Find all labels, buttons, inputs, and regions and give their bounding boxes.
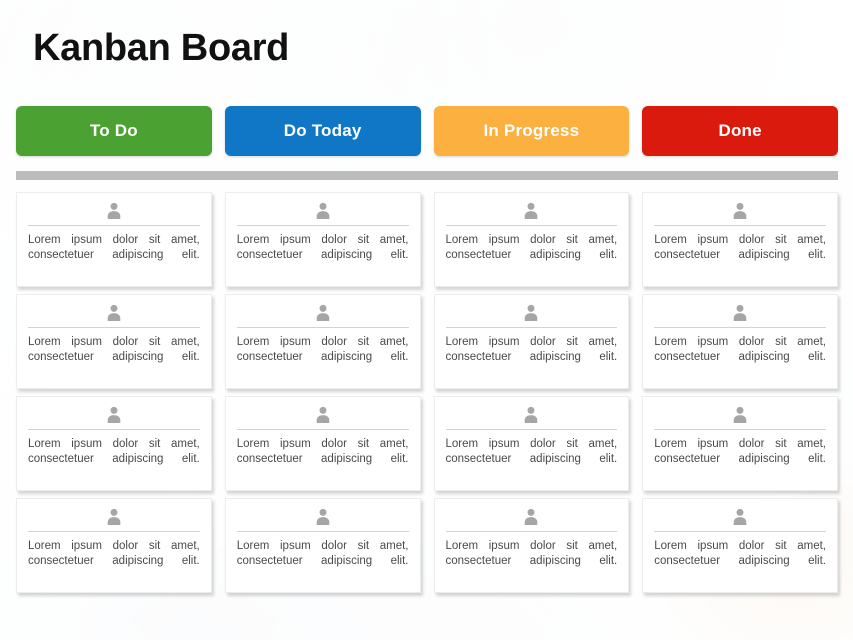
task-card-text: Lorem ipsum dolor sit amet, consectetuer… [654, 234, 826, 261]
task-card[interactable]: Lorem ipsum dolor sit amet, consectetuer… [224, 396, 421, 491]
card-row: Lorem ipsum dolor sit amet, consectetuer… [16, 294, 838, 389]
task-card[interactable]: Lorem ipsum dolor sit amet, consectetuer… [16, 294, 212, 389]
person-icon [107, 508, 121, 525]
task-card[interactable]: Lorem ipsum dolor sit amet, consectetuer… [224, 294, 421, 389]
task-card-text: Lorem ipsum dolor sit amet, consectetuer… [654, 336, 826, 363]
person-icon [525, 406, 538, 423]
person-icon [525, 304, 538, 321]
person-icon [107, 304, 121, 321]
task-card[interactable]: Lorem ipsum dolor sit amet, consectetuer… [433, 294, 630, 389]
task-card-text: Lorem ipsum dolor sit amet, consectetuer… [28, 540, 200, 567]
page-title: Kanban Board [33, 27, 290, 69]
person-icon [107, 406, 121, 423]
person-icon [525, 202, 538, 219]
header-separator-bar [16, 171, 838, 180]
person-icon [316, 304, 329, 321]
column-header-label: In Progress [483, 121, 580, 140]
task-card-text: Lorem ipsum dolor sit amet, consectetuer… [236, 336, 409, 363]
task-card[interactable]: Lorem ipsum dolor sit amet, consectetuer… [433, 192, 630, 287]
person-icon [733, 202, 747, 219]
task-card[interactable]: Lorem ipsum dolor sit amet, consectetuer… [642, 396, 838, 491]
task-card[interactable]: Lorem ipsum dolor sit amet, consectetuer… [224, 498, 421, 593]
task-card-text: Lorem ipsum dolor sit amet, consectetuer… [445, 540, 618, 567]
task-card-text: Lorem ipsum dolor sit amet, consectetuer… [28, 438, 200, 465]
card-row: Lorem ipsum dolor sit amet, consectetuer… [16, 192, 838, 287]
task-card[interactable]: Lorem ipsum dolor sit amet, consectetuer… [16, 396, 212, 491]
column-header-label: Do Today [283, 121, 362, 140]
task-card[interactable]: Lorem ipsum dolor sit amet, consectetuer… [642, 192, 838, 287]
column-header-do-today[interactable]: Do Today [224, 106, 421, 156]
task-card-text: Lorem ipsum dolor sit amet, consectetuer… [654, 438, 826, 465]
kanban-board-slide: Kanban Board To Do Do Today In Progress Don… [0, 0, 853, 640]
person-icon [525, 508, 538, 525]
task-card[interactable]: Lorem ipsum dolor sit amet, consectetuer… [433, 498, 630, 593]
task-card[interactable]: Lorem ipsum dolor sit amet, consectetuer… [642, 498, 838, 593]
task-card[interactable]: Lorem ipsum dolor sit amet, consectetuer… [16, 192, 212, 287]
column-header-done[interactable]: Done [642, 106, 838, 156]
task-card[interactable]: Lorem ipsum dolor sit amet, consectetuer… [433, 396, 630, 491]
person-icon [316, 406, 329, 423]
column-header-row: To Do Do Today In Progress Done [16, 106, 838, 156]
task-card-text: Lorem ipsum dolor sit amet, consectetuer… [654, 540, 826, 567]
task-card-text: Lorem ipsum dolor sit amet, consectetuer… [236, 540, 409, 567]
task-card-text: Lorem ipsum dolor sit amet, consectetuer… [236, 438, 409, 465]
task-card-text: Lorem ipsum dolor sit amet, consectetuer… [445, 336, 618, 363]
task-card-text: Lorem ipsum dolor sit amet, consectetuer… [445, 438, 618, 465]
person-icon [316, 508, 329, 525]
card-row: Lorem ipsum dolor sit amet, consectetuer… [16, 396, 838, 491]
task-card-text: Lorem ipsum dolor sit amet, consectetuer… [28, 336, 200, 363]
column-header-label: Done [718, 121, 762, 140]
card-row: Lorem ipsum dolor sit amet, consectetuer… [16, 498, 838, 593]
task-card-text: Lorem ipsum dolor sit amet, consectetuer… [28, 234, 200, 261]
card-grid: Lorem ipsum dolor sit amet, consectetuer… [16, 192, 838, 593]
person-icon [107, 202, 121, 219]
task-card[interactable]: Lorem ipsum dolor sit amet, consectetuer… [642, 294, 838, 389]
column-header-label: To Do [89, 121, 138, 140]
task-card-text: Lorem ipsum dolor sit amet, consectetuer… [236, 234, 409, 261]
person-icon [733, 406, 747, 423]
task-card[interactable]: Lorem ipsum dolor sit amet, consectetuer… [16, 498, 212, 593]
task-card[interactable]: Lorem ipsum dolor sit amet, consectetuer… [224, 192, 421, 287]
column-header-to-do[interactable]: To Do [16, 106, 212, 156]
column-header-in-progress[interactable]: In Progress [433, 106, 630, 156]
person-icon [733, 304, 747, 321]
task-card-text: Lorem ipsum dolor sit amet, consectetuer… [445, 234, 618, 261]
person-icon [733, 508, 747, 525]
person-icon [316, 202, 329, 219]
